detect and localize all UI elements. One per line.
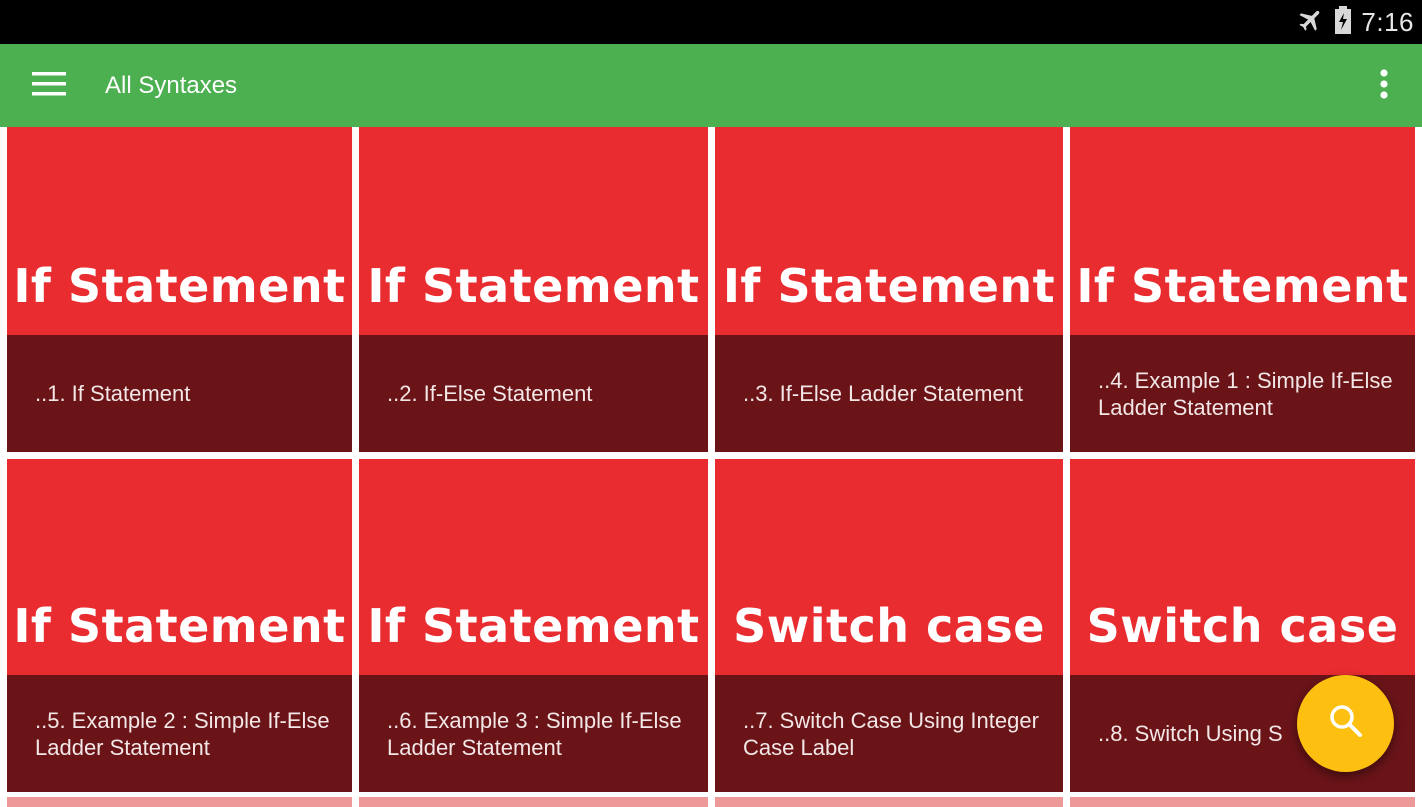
syntax-card[interactable] [715, 797, 1063, 807]
search-fab[interactable] [1297, 675, 1394, 772]
card-banner-title: If Statement [13, 599, 346, 653]
syntax-grid: If Statement ..1. If Statement If Statem… [0, 127, 1422, 807]
card-banner-title: Switch case [1086, 599, 1399, 653]
card-banner-title: Switch case [733, 599, 1045, 653]
search-icon [1327, 702, 1365, 745]
card-caption-text: ..3. If-Else Ladder Statement [743, 381, 1024, 406]
card-caption: ..4. Example 1 : Simple If-Else Ladder S… [1070, 335, 1415, 452]
card-caption-text: ..6. Example 3 : Simple If-Else Ladder S… [387, 707, 682, 760]
card-caption-text: ..5. Example 2 : Simple If-Else Ladder S… [35, 707, 330, 760]
nav-menu-button[interactable] [24, 64, 74, 108]
status-time: 7:16 [1361, 6, 1414, 37]
syntax-card[interactable]: If Statement ..3. If-Else Ladder Stateme… [715, 127, 1063, 452]
syntax-card[interactable]: If Statement ..2. If-Else Statement [359, 127, 708, 452]
card-caption-text: ..2. If-Else Statement [387, 381, 593, 406]
syntax-card[interactable] [359, 797, 708, 807]
syntax-card[interactable]: If Statement ..5. Example 2 : Simple If-… [7, 459, 352, 792]
card-caption-text: ..8. Switch Using S [1098, 721, 1283, 746]
card-banner-title: If Statement [13, 259, 346, 313]
card-banner-title: If Statement [367, 599, 700, 653]
syntax-card[interactable]: If Statement ..4. Example 1 : Simple If-… [1070, 127, 1415, 452]
card-banner: If Statement [715, 127, 1063, 335]
battery-charging-icon [1333, 5, 1353, 40]
status-bar: 7:16 [0, 0, 1422, 44]
card-caption: ..5. Example 2 : Simple If-Else Ladder S… [7, 675, 352, 792]
card-banner: If Statement [7, 459, 352, 675]
card-caption: ..2. If-Else Statement [359, 335, 708, 452]
card-banner: Switch case [1070, 459, 1415, 675]
card-caption: ..1. If Statement [7, 335, 352, 452]
overflow-menu-button[interactable] [1364, 64, 1404, 108]
card-caption: ..3. If-Else Ladder Statement [715, 335, 1063, 452]
card-banner: If Statement [7, 127, 352, 335]
hamburger-menu-icon [32, 71, 66, 102]
page-title: All Syntaxes [105, 72, 238, 99]
syntax-card[interactable] [7, 797, 352, 807]
card-banner: If Statement [1070, 127, 1415, 335]
status-icons: 7:16 [1297, 0, 1414, 44]
card-banner-title: If Statement [722, 259, 1056, 313]
syntax-card[interactable]: If Statement ..1. If Statement [7, 127, 352, 452]
syntax-card[interactable]: If Statement ..6. Example 3 : Simple If-… [359, 459, 708, 792]
app-bar: All Syntaxes [0, 44, 1422, 127]
more-vert-icon [1379, 68, 1389, 105]
syntax-card[interactable]: Switch case ..7. Switch Case Using Integ… [715, 459, 1063, 792]
card-caption: ..7. Switch Case Using Integer Case Labe… [715, 675, 1063, 792]
card-banner-title: If Statement [1076, 259, 1409, 313]
syntax-card[interactable] [1070, 797, 1415, 807]
airplane-mode-icon [1297, 6, 1325, 39]
card-caption: ..6. Example 3 : Simple If-Else Ladder S… [359, 675, 708, 792]
card-banner: If Statement [359, 459, 708, 675]
card-caption-text: ..1. If Statement [35, 381, 191, 406]
card-banner-title: If Statement [367, 259, 700, 313]
card-banner: Switch case [715, 459, 1063, 675]
card-caption-text: ..7. Switch Case Using Integer Case Labe… [743, 707, 1039, 760]
card-banner: If Statement [359, 127, 708, 335]
card-caption-text: ..4. Example 1 : Simple If-Else Ladder S… [1098, 367, 1393, 420]
